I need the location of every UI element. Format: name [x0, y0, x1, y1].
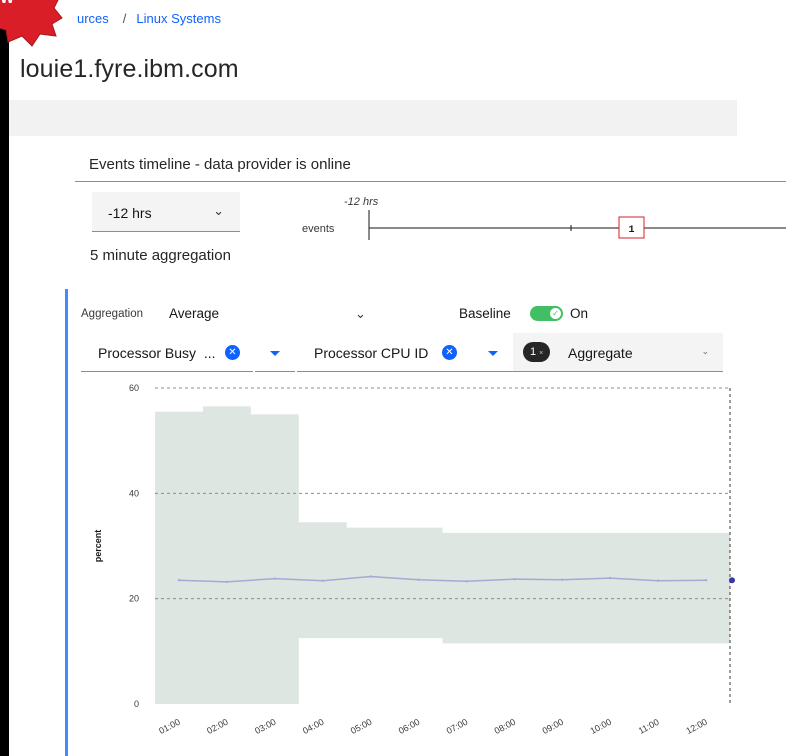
- aggregate-select[interactable]: 1 × Aggregate ⌄: [513, 333, 723, 372]
- y-tick-label: 20: [129, 594, 139, 604]
- y-tick-label: 40: [129, 488, 139, 498]
- data-point: [561, 578, 564, 581]
- x-tick-label: 09:00: [541, 717, 566, 736]
- breadcrumb-item-linux-systems[interactable]: Linux Systems: [136, 11, 221, 26]
- metric-ellipsis: ...: [203, 345, 216, 361]
- events-timeline-heading: Events timeline - data provider is onlin…: [89, 156, 351, 173]
- x-tick-label: 05:00: [349, 717, 374, 736]
- close-icon[interactable]: ✕: [225, 345, 240, 360]
- x-tick-label: 01:00: [157, 717, 182, 736]
- series-end-marker: [729, 577, 735, 584]
- app-window: urces / Linux Systems louie1.fyre.ibm.com …: [9, 0, 786, 756]
- y-axis-label: percent: [93, 530, 103, 563]
- x-tick-label: 11:00: [637, 717, 661, 736]
- new-badge: EW: [0, 0, 63, 47]
- metric-label: Processor CPU ID: [314, 345, 429, 361]
- chevron-down-icon[interactable]: ⌄: [355, 306, 366, 322]
- x-tick-label: 02:00: [205, 717, 230, 736]
- breadcrumb-separator: /: [122, 11, 127, 26]
- metric-label: Processor Busy: [98, 345, 197, 361]
- metric-dropdown-button[interactable]: [255, 333, 295, 372]
- x-tick-label: 04:00: [301, 717, 326, 736]
- analysis-panel-indicator: [65, 289, 68, 756]
- badge-text: EW: [0, 0, 15, 7]
- data-point: [417, 578, 420, 581]
- metric-chart: 0 20 40 60 percent 01:00 02:00 03:00 04:00 05:00 0…: [93, 383, 735, 736]
- baseline-band: [155, 406, 730, 704]
- events-row-label: events: [302, 223, 335, 235]
- y-tick-label: 60: [129, 383, 139, 393]
- timeline-start-label: -12 hrs: [344, 196, 379, 208]
- data-point: [513, 577, 516, 581]
- aggregation-label: Aggregation: [81, 308, 144, 320]
- close-icon[interactable]: ×: [539, 350, 543, 357]
- aggregation-select-value[interactable]: Average: [169, 306, 219, 321]
- breadcrumb-item-resources[interactable]: urces: [77, 11, 109, 26]
- x-tick-label: 03:00: [253, 717, 278, 736]
- y-tick-label: 0: [134, 699, 139, 709]
- events-timeline: -12 hrs events 1: [302, 196, 786, 240]
- data-point: [225, 580, 229, 584]
- caret-down-icon: [270, 351, 280, 356]
- baseline-label: Baseline: [459, 306, 511, 321]
- page-title: louie1.fyre.ibm.com: [20, 55, 239, 83]
- data-point: [704, 579, 708, 582]
- aggregation-interval-label: 5 minute aggregation: [90, 247, 231, 264]
- aggregate-label: Aggregate: [568, 345, 633, 361]
- metric-selector-processor-cpu-id[interactable]: Processor CPU ID ✕: [297, 333, 473, 372]
- checkmark-icon: ✓: [550, 308, 561, 319]
- x-tick-label: 10:00: [589, 717, 614, 736]
- event-count: 1: [628, 225, 634, 236]
- time-range-value: -12 hrs: [108, 205, 152, 221]
- data-point: [273, 577, 276, 580]
- divider: [75, 181, 786, 182]
- breadcrumb: urces / Linux Systems: [77, 11, 221, 26]
- metric-selector-processor-busy[interactable]: Processor Busy ... ✕: [81, 333, 253, 372]
- time-range-select[interactable]: -12 hrs ⌄: [92, 192, 240, 232]
- data-point: [321, 579, 324, 582]
- data-point: [369, 575, 372, 578]
- close-icon[interactable]: ✕: [442, 345, 457, 360]
- header-band: [9, 100, 737, 136]
- metric-dropdown-button[interactable]: [473, 333, 513, 372]
- x-tick-label: 06:00: [397, 717, 422, 736]
- data-point: [465, 580, 468, 583]
- data-point: [177, 579, 181, 582]
- chevron-down-icon: ⌄: [701, 346, 709, 356]
- caret-down-icon: [488, 351, 498, 356]
- data-point: [656, 579, 660, 582]
- data-point: [609, 576, 612, 580]
- baseline-state-label: On: [570, 306, 589, 321]
- x-tick-label: 08:00: [493, 717, 518, 736]
- chevron-down-icon: ⌄: [213, 203, 224, 218]
- selection-count-tag[interactable]: 1 ×: [523, 342, 551, 362]
- x-tick-label: 12:00: [684, 717, 709, 736]
- x-tick-label: 07:00: [445, 717, 470, 736]
- baseline-toggle[interactable]: ✓: [530, 306, 563, 321]
